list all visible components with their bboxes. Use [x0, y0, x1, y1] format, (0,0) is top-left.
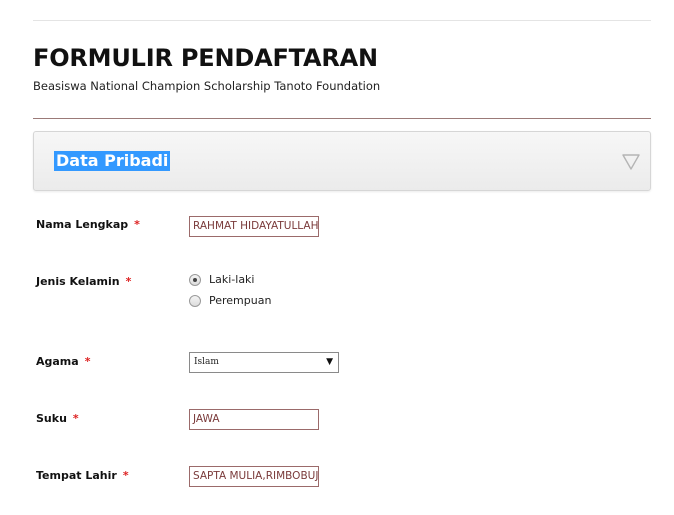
- required-marker: *: [72, 412, 79, 425]
- agama-select[interactable]: Islam ▼: [189, 352, 339, 373]
- label-suku: Suku *: [36, 412, 79, 425]
- radio-label: Perempuan: [209, 294, 272, 307]
- label-agama: Agama *: [36, 355, 91, 368]
- label-jenis-kelamin: Jenis Kelamin *: [36, 275, 132, 288]
- page-title: FORMULIR PENDAFTARAN: [33, 44, 378, 72]
- section-title: Data Pribadi: [54, 151, 171, 171]
- label-nama-lengkap: Nama Lengkap *: [36, 218, 140, 231]
- radio-button-checked[interactable]: [189, 273, 201, 286]
- radio-label: Laki-laki: [209, 273, 255, 286]
- section-header-data-pribadi[interactable]: Data Pribadi: [33, 131, 651, 191]
- dropdown-arrow-icon[interactable]: ▼: [326, 353, 333, 372]
- nama-lengkap-input[interactable]: RAHMAT HIDAYATULLAH: [189, 216, 319, 237]
- required-marker: *: [125, 275, 132, 288]
- required-marker: *: [122, 469, 129, 482]
- suku-input[interactable]: JAWA: [189, 409, 319, 430]
- tempat-lahir-input[interactable]: SAPTA MULIA,RIMBOBUJANG: [189, 466, 319, 487]
- required-marker: *: [84, 355, 91, 368]
- radio-perempuan[interactable]: Perempuan: [189, 294, 271, 307]
- section-divider: [33, 118, 651, 119]
- label-tempat-lahir: Tempat Lahir *: [36, 469, 129, 482]
- required-marker: *: [134, 218, 140, 231]
- radio-laki-laki[interactable]: Laki-laki: [189, 273, 255, 286]
- top-divider: [33, 20, 651, 21]
- triangle-down-icon[interactable]: [622, 153, 640, 171]
- agama-selected-value: Islam: [194, 357, 219, 367]
- page-subtitle: Beasiswa National Champion Scholarship T…: [33, 79, 381, 93]
- radio-button[interactable]: [189, 294, 201, 307]
